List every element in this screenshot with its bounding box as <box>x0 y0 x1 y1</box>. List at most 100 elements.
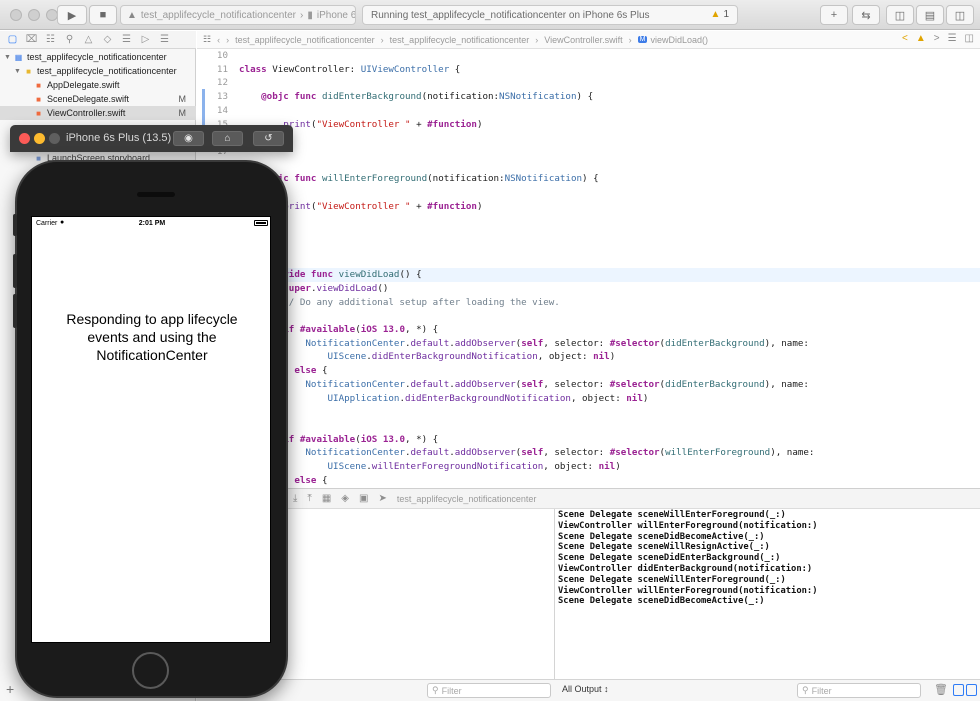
nav-file-scenedelegate[interactable]: ■ SceneDelegate.swift M <box>0 92 196 106</box>
test-icon[interactable]: ◇ <box>101 34 114 45</box>
storyboard-file-icon: ■ <box>36 153 41 163</box>
modified-badge: M <box>178 94 187 104</box>
jump-group[interactable]: test_applifecycle_notificationcenter <box>390 35 530 45</box>
home-icon: ⌂ <box>224 133 231 144</box>
source-control-icon[interactable]: ⌧ <box>25 34 38 45</box>
show-variables-toggle[interactable] <box>953 684 964 696</box>
console-line: ViewController willEnterForeground(notif… <box>558 585 818 596</box>
warning-icon: ▲ <box>710 9 721 20</box>
toggle-navigator-button[interactable]: ◫ <box>886 5 914 25</box>
view-hierarchy-icon[interactable]: ▦ <box>322 493 331 504</box>
volume-up-button[interactable] <box>13 254 17 288</box>
stop-button[interactable]: ■ <box>89 5 117 25</box>
simulator-minimize-button[interactable] <box>34 133 45 144</box>
code-line: 24 <box>197 241 980 255</box>
nav-row-label: test_applifecycle_notificationcenter <box>37 66 177 76</box>
code-line: NotificationCenter.default.addObserver(s… <box>305 447 815 459</box>
close-window-button[interactable] <box>10 9 22 21</box>
volume-down-button[interactable] <box>13 294 17 328</box>
debug-bottom-bar: ⚲ Filter All Output ↕ ⚲ Filter 🗑 <box>197 679 980 701</box>
disclosure-down-icon[interactable]: ▼ <box>14 68 22 75</box>
home-button[interactable]: ⌂ <box>212 131 243 146</box>
simulator-zoom-button[interactable] <box>49 133 60 144</box>
split-editor-icon[interactable]: ◫ <box>965 33 974 44</box>
simulator-close-button[interactable] <box>19 133 30 144</box>
previous-issue-icon[interactable]: < <box>902 33 908 44</box>
toggle-debug-area-button[interactable]: ▤ <box>916 5 944 25</box>
code-line: 31 NotificationCenter.default.addObserve… <box>217 337 809 349</box>
rotate-button[interactable]: ↺ <box>253 131 284 146</box>
code-line: } else { <box>283 474 328 486</box>
find-icon[interactable]: ⚲ <box>63 34 76 45</box>
code-review-button[interactable]: ⇆ <box>852 5 880 25</box>
nav-project-row[interactable]: ▼ ▦ test_applifecycle_notificationcenter <box>0 50 196 64</box>
swift-file-icon: ■ <box>36 94 41 104</box>
minimize-window-button[interactable] <box>28 9 40 21</box>
chevron-right-icon: › <box>380 34 384 45</box>
code-line: 16 } <box>197 131 980 145</box>
variables-filter-field[interactable]: ⚲ Filter <box>427 683 551 698</box>
run-button[interactable]: ▶ <box>57 5 87 25</box>
code-line: 10 <box>216 50 228 61</box>
memory-graph-icon[interactable]: ◈ <box>341 493 349 504</box>
next-issue-icon[interactable]: > <box>934 33 940 44</box>
code-line: 27 super.viewDidLoad() <box>217 282 389 294</box>
camera-icon: ◉ <box>184 133 193 144</box>
simulator-titlebar: iPhone 6s Plus (13.5) ◉ ⌂ ↺ <box>10 125 293 152</box>
trash-icon[interactable]: 🗑 <box>934 683 948 696</box>
output-selector[interactable]: All Output ↕ <box>562 684 609 694</box>
editor-options-icon[interactable]: ☰ <box>948 33 957 44</box>
console-filter-field[interactable]: ⚲ Filter <box>797 683 921 698</box>
nav-row-label: AppDelegate.swift <box>47 80 120 90</box>
add-file-button[interactable]: + <box>6 681 14 697</box>
console-output[interactable]: Scene Delegate sceneWillEnterForeground(… <box>556 509 980 679</box>
breakpoint-icon[interactable]: ▷ <box>139 34 152 45</box>
xcode-window: ▶ ■ ▲ test_applifecycle_notificationcent… <box>0 0 980 701</box>
symbol-icon[interactable]: ☷ <box>44 34 57 45</box>
jump-file[interactable]: ViewController.swift <box>544 35 622 45</box>
code-line: 35 UIApplication.didEnterBackgroundNotif… <box>217 392 649 404</box>
code-line: 11 class ViewController: UIViewController… <box>216 63 461 75</box>
source-editor[interactable]: 10 11 class ViewController: UIViewControl… <box>197 49 980 487</box>
home-button-physical[interactable] <box>132 652 169 689</box>
debug-icon[interactable]: ☰ <box>120 34 133 45</box>
location-icon[interactable]: ➤ <box>378 493 386 504</box>
code-line: 28 // Do any additional setup after load… <box>217 296 560 308</box>
nav-row-label: ViewController.swift <box>47 108 126 118</box>
folder-icon[interactable]: ▢ <box>6 34 19 45</box>
review-icon: ⇆ <box>861 9 871 22</box>
step-out-icon[interactable]: ⤒ <box>307 493 311 504</box>
issue-icon[interactable]: △ <box>82 34 95 45</box>
jump-bar-controls: < ▲ > ☰ ◫ <box>902 33 974 44</box>
related-items-icon[interactable]: ☷ <box>203 34 211 45</box>
code-line: 29 <box>197 309 980 323</box>
mute-switch[interactable] <box>13 214 17 236</box>
jump-symbol[interactable]: viewDidLoad() <box>650 35 708 45</box>
nav-file-viewcontroller[interactable]: ■ ViewController.swift M <box>0 106 196 120</box>
screenshot-button[interactable]: ◉ <box>173 131 204 146</box>
nav-file-appdelegate[interactable]: ■ AppDelegate.swift <box>0 78 196 92</box>
device-screen[interactable]: Carrier ● 2:01 PM Responding to app life… <box>31 216 271 643</box>
nav-group-row[interactable]: ▼ ■ test_applifecycle_notificationcenter <box>0 64 196 78</box>
activity-viewer: Running test_applifecycle_notificationce… <box>362 5 738 25</box>
code-line: 22 } <box>197 213 980 227</box>
step-into-icon[interactable]: ⤓ <box>293 493 297 504</box>
scheme-selector[interactable]: ▲ test_applifecycle_notificationcenter ›… <box>120 5 356 25</box>
jump-project[interactable]: test_applifecycle_notificationcenter <box>235 35 375 45</box>
toggle-inspector-button[interactable]: ◫ <box>946 5 974 25</box>
forward-icon[interactable]: › <box>226 35 229 45</box>
project-icon: ▦ <box>14 52 23 62</box>
battery-icon <box>254 220 268 226</box>
environment-overrides-icon[interactable]: ▣ <box>359 493 368 504</box>
code-line: 12 <box>216 77 228 89</box>
library-button[interactable]: + <box>820 5 848 25</box>
show-console-toggle[interactable] <box>966 684 977 696</box>
warning-indicator[interactable]: ▲ 1 <box>711 9 729 20</box>
report-icon[interactable]: ☰ <box>158 34 171 45</box>
disclosure-down-icon[interactable]: ▼ <box>4 54 12 61</box>
issue-warning-icon[interactable]: ▲ <box>916 33 926 44</box>
debug-pane-icon: ▤ <box>924 9 936 22</box>
back-icon[interactable]: ‹ <box>217 35 220 45</box>
debug-breadcrumb[interactable]: test_applifecycle_notificationcenter <box>397 494 537 504</box>
